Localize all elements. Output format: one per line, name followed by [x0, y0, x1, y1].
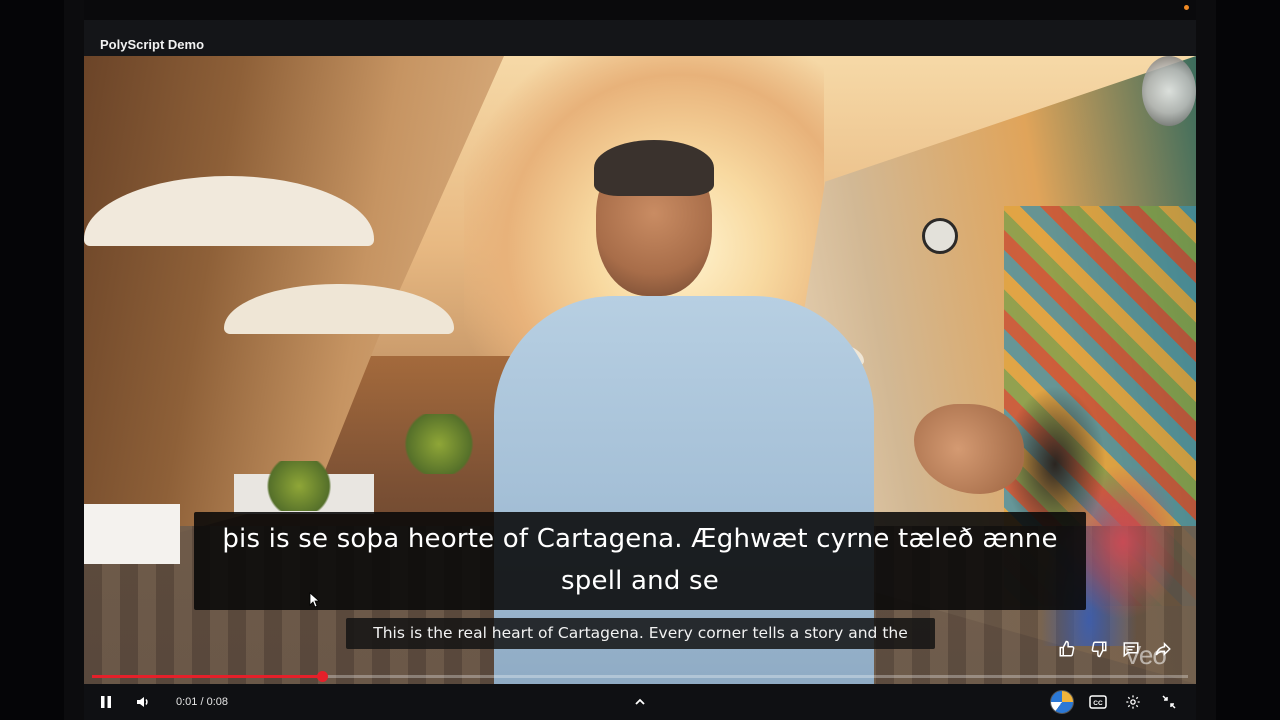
svg-text:CC: CC — [1093, 700, 1103, 707]
cc-icon[interactable]: CC — [1087, 692, 1109, 712]
right-margin — [1216, 0, 1280, 720]
recording-indicator-icon — [1184, 5, 1189, 10]
thumbs-up-icon[interactable] — [1056, 638, 1078, 660]
thumbs-down-icon[interactable] — [1088, 638, 1110, 660]
video-title: PolyScript Demo — [100, 37, 205, 52]
share-icon[interactable] — [1152, 638, 1174, 660]
chevron-up-icon[interactable] — [630, 692, 650, 712]
side-actions — [1056, 638, 1174, 660]
pause-icon[interactable] — [96, 692, 116, 712]
volume-icon[interactable] — [132, 692, 154, 712]
hanging-sign — [922, 218, 958, 254]
left-margin — [0, 0, 64, 720]
player-controls: 0:01 / 0:08 CC — [84, 684, 1196, 720]
comment-icon[interactable] — [1120, 638, 1142, 660]
avatar-icon[interactable] — [1050, 690, 1074, 714]
original-caption: This is the real heart of Cartagena. Eve… — [346, 618, 935, 649]
top-bar — [84, 0, 1196, 20]
wall-plaque — [1142, 56, 1196, 126]
potted-plant — [264, 461, 334, 511]
exit-fullscreen-icon[interactable] — [1158, 692, 1180, 712]
presenter-hair — [594, 140, 714, 196]
video-player: PolyScript Demo þis is se soþa heorte of… — [84, 20, 1196, 720]
progress-played — [92, 675, 323, 678]
potted-plant — [404, 414, 474, 474]
mouse-cursor-icon — [309, 592, 321, 608]
gear-icon[interactable] — [1122, 692, 1144, 712]
time-display: 0:01 / 0:08 — [176, 696, 228, 708]
progress-bar[interactable] — [92, 671, 1188, 682]
translated-caption: þis is se soþa heorte of Cartagena. Æghw… — [194, 512, 1086, 610]
cafe-table — [84, 504, 180, 564]
